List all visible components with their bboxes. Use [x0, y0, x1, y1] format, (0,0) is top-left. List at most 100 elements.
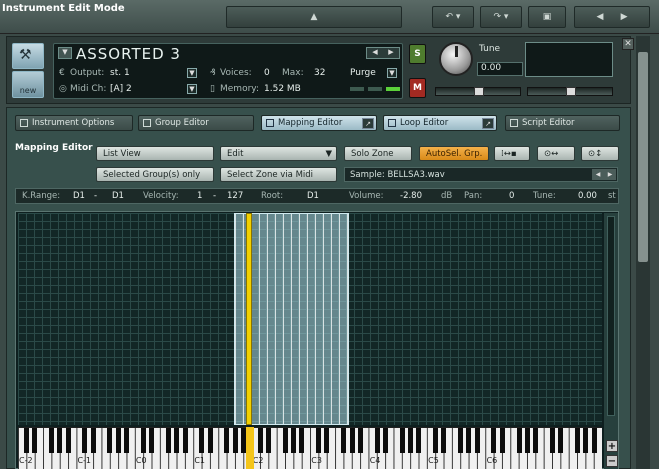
krange-lo[interactable]: D1: [73, 191, 85, 201]
black-key[interactable]: [533, 428, 539, 453]
black-key[interactable]: [458, 428, 464, 453]
new-button[interactable]: new: [12, 71, 44, 98]
black-key[interactable]: [382, 428, 388, 453]
black-key[interactable]: [399, 428, 405, 453]
purge-label[interactable]: Purge: [350, 68, 376, 78]
black-key[interactable]: [416, 428, 422, 453]
black-key[interactable]: [491, 428, 497, 453]
solo-button[interactable]: S: [409, 44, 426, 64]
autosel-group-button[interactable]: AutoSel. Grp.: [419, 146, 489, 161]
root-value[interactable]: D1: [307, 191, 319, 201]
black-key[interactable]: [165, 428, 171, 453]
grid-scrollbar-thumb[interactable]: [607, 216, 615, 416]
zoom-out-button[interactable]: −: [606, 455, 618, 467]
black-key[interactable]: [48, 428, 54, 453]
volume-value[interactable]: -2.80: [400, 191, 422, 201]
midi-dropdown[interactable]: ▼: [187, 84, 197, 94]
black-key[interactable]: [182, 428, 188, 453]
pan-slider-thumb[interactable]: [474, 87, 484, 96]
black-key[interactable]: [583, 428, 589, 453]
chevron-left-icon[interactable]: ◀: [596, 171, 601, 178]
black-key[interactable]: [57, 428, 63, 453]
selected-key[interactable]: [246, 427, 254, 469]
piano-keyboard[interactable]: C-2 C-1 C0 C1 C2 C3 C4 C5 C6: [18, 427, 602, 469]
volume-slider[interactable]: [527, 87, 613, 96]
black-key[interactable]: [23, 428, 29, 453]
tune-knob[interactable]: [439, 42, 473, 76]
pin-icon[interactable]: ↗: [482, 118, 494, 129]
black-key[interactable]: [115, 428, 121, 453]
velocity-lo[interactable]: 1: [197, 191, 202, 201]
black-key[interactable]: [82, 428, 88, 453]
zoom-horizontal-button[interactable]: ⊙↔: [537, 146, 575, 161]
chevron-left-icon[interactable]: ◀: [596, 12, 603, 22]
instrument-nav[interactable]: ◀ ▶: [366, 47, 400, 59]
black-key[interactable]: [32, 428, 38, 453]
redo-button[interactable]: ↷ ▾: [480, 6, 522, 28]
volume-slider-thumb[interactable]: [566, 87, 576, 96]
chevron-left-icon[interactable]: ◀: [372, 48, 377, 58]
black-key[interactable]: [374, 428, 380, 453]
pan-slider[interactable]: [435, 87, 521, 96]
black-key[interactable]: [282, 428, 288, 453]
krange-hi[interactable]: D1: [112, 191, 124, 201]
black-key[interactable]: [174, 428, 180, 453]
black-key[interactable]: [291, 428, 297, 453]
black-key[interactable]: [349, 428, 355, 453]
black-key[interactable]: [149, 428, 155, 453]
zoom-vertical-button[interactable]: ⊙↕: [581, 146, 619, 161]
black-key[interactable]: [524, 428, 530, 453]
black-key[interactable]: [558, 428, 564, 453]
tab-group-editor[interactable]: Group Editor: [138, 115, 254, 131]
tune-value[interactable]: 0.00: [477, 62, 523, 76]
black-key[interactable]: [357, 428, 363, 453]
selected-groups-button[interactable]: Selected Group(s) only: [96, 167, 214, 182]
tab-loop-editor[interactable]: Loop Editor ↗: [383, 115, 497, 131]
wrench-button[interactable]: ⚒: [12, 43, 44, 69]
black-key[interactable]: [107, 428, 113, 453]
keyswitch-button[interactable]: ⁞↔▪: [494, 146, 530, 161]
black-key[interactable]: [257, 428, 263, 453]
chevron-right-icon[interactable]: ▶: [388, 48, 393, 58]
black-key[interactable]: [441, 428, 447, 453]
selected-zone[interactable]: [246, 213, 252, 425]
black-key[interactable]: [124, 428, 130, 453]
tab-instrument-options[interactable]: Instrument Options: [15, 115, 133, 131]
solo-zone-button[interactable]: Solo Zone: [344, 146, 412, 161]
undo-button[interactable]: ↶ ▾: [432, 6, 474, 28]
instrument-menu-button[interactable]: ▼: [58, 47, 72, 59]
zoom-in-button[interactable]: +: [606, 440, 618, 452]
edit-dropdown[interactable]: Edit ▼: [220, 146, 337, 161]
black-key[interactable]: [499, 428, 505, 453]
list-view-button[interactable]: List View: [96, 146, 214, 161]
pin-icon[interactable]: ↗: [362, 118, 374, 129]
black-key[interactable]: [232, 428, 238, 453]
collapse-button[interactable]: ▲: [226, 6, 402, 28]
tune-field-value[interactable]: 0.00: [578, 191, 597, 201]
pan-value[interactable]: 0: [509, 191, 514, 201]
chevron-right-icon[interactable]: ▶: [621, 12, 628, 22]
black-key[interactable]: [140, 428, 146, 453]
sample-nav[interactable]: ◀ ▶: [592, 169, 616, 180]
black-key[interactable]: [90, 428, 96, 453]
black-key[interactable]: [65, 428, 71, 453]
black-key[interactable]: [299, 428, 305, 453]
black-key[interactable]: [591, 428, 597, 453]
instrument-name[interactable]: ASSORTED 3: [76, 45, 181, 63]
nav-arrows[interactable]: ◀ ▶: [574, 6, 650, 28]
black-key[interactable]: [407, 428, 413, 453]
black-key[interactable]: [224, 428, 230, 453]
max-value[interactable]: 32: [314, 68, 325, 78]
black-key[interactable]: [516, 428, 522, 453]
mute-button[interactable]: M: [409, 78, 426, 98]
midi-value[interactable]: [A] 2: [110, 84, 132, 94]
purge-dropdown[interactable]: ▼: [387, 68, 397, 78]
black-key[interactable]: [266, 428, 271, 453]
black-key[interactable]: [433, 428, 438, 453]
black-key[interactable]: [324, 428, 330, 453]
tab-mapping-editor[interactable]: Mapping Editor ↗: [261, 115, 377, 131]
output-value[interactable]: st. 1: [110, 68, 130, 78]
black-key[interactable]: [474, 428, 480, 453]
black-key[interactable]: [341, 428, 347, 453]
black-key[interactable]: [199, 428, 205, 453]
